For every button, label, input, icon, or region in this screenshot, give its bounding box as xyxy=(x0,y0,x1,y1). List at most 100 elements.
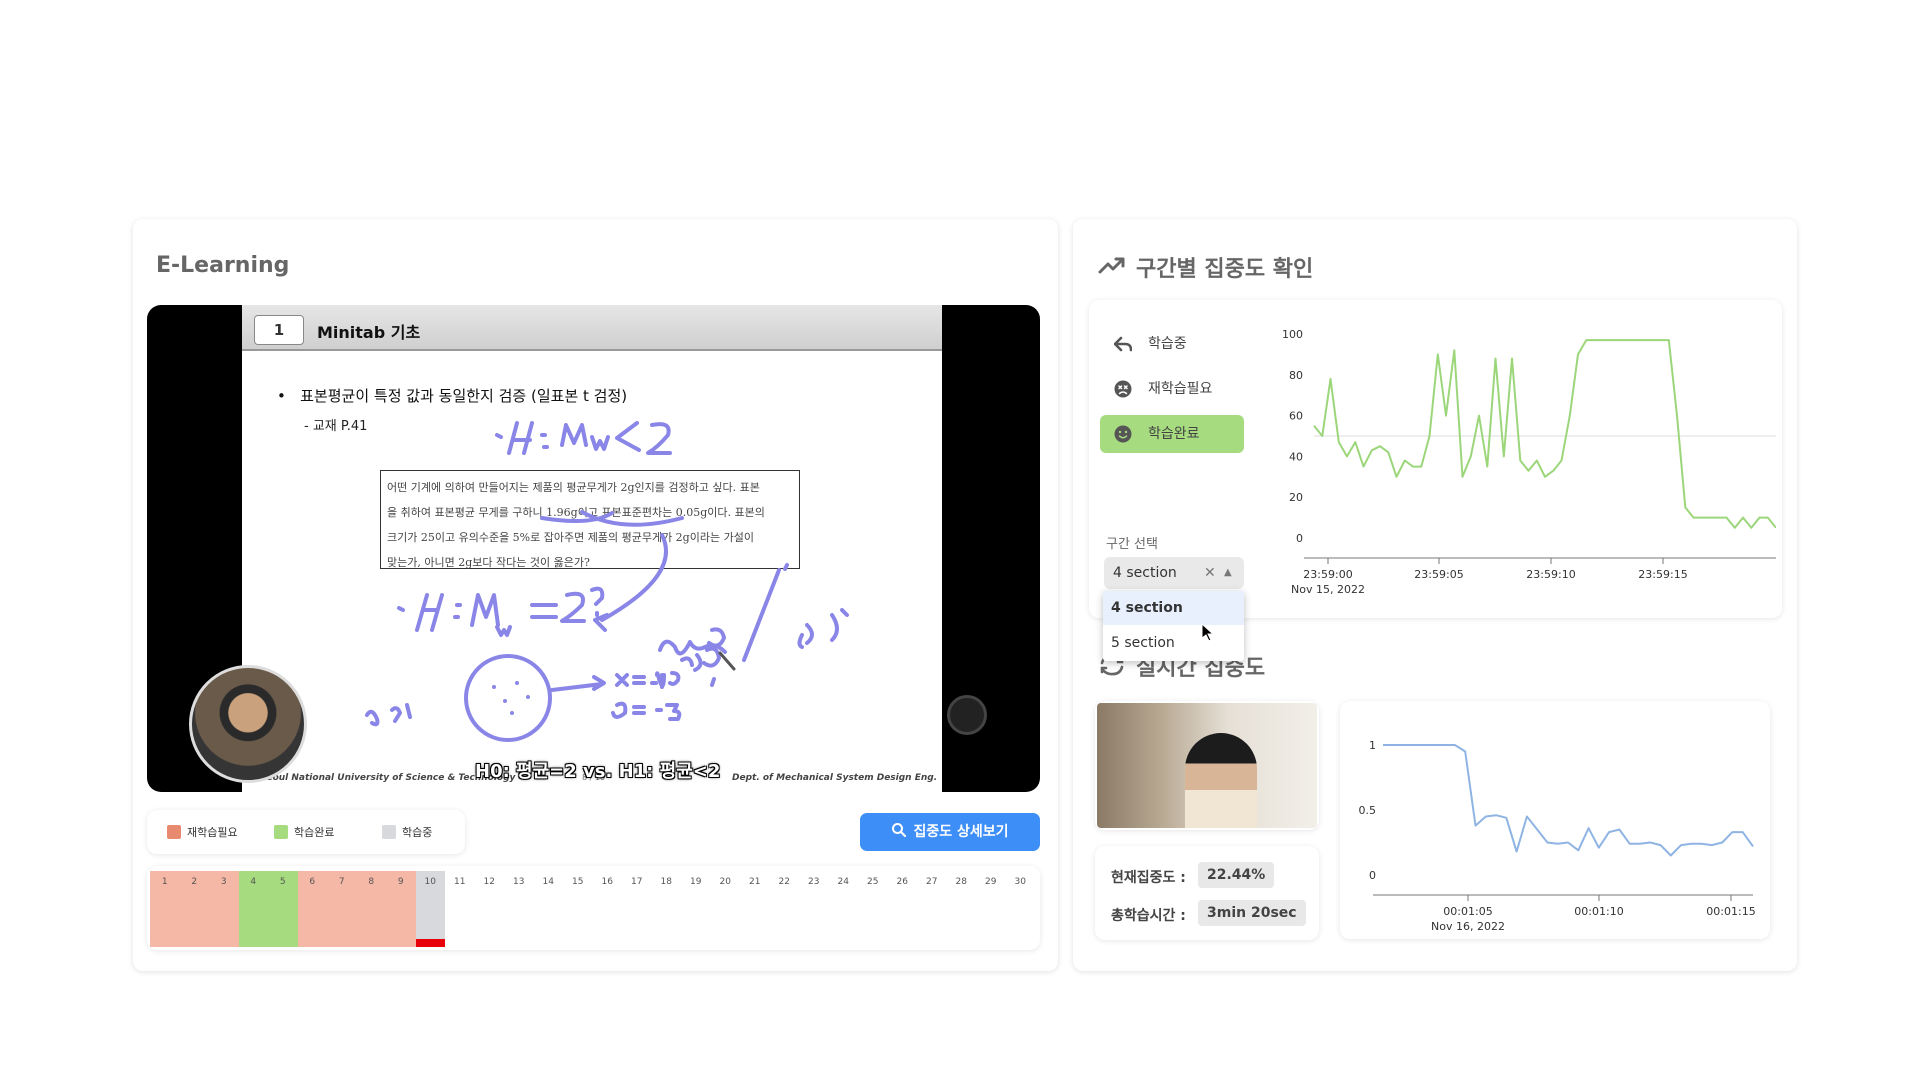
series-line xyxy=(1313,339,1776,529)
timeline-section[interactable]: 3 xyxy=(209,871,239,947)
handwriting-annotations xyxy=(365,421,849,742)
realtime-focus-chart: 0 0.5 1 00:01:05 00:01:10 00:01:15 Nov 16, 202… xyxy=(1359,739,1756,933)
x-date-label: Nov 15, 2022 xyxy=(1291,583,1365,596)
current-focus-value: 22.44% xyxy=(1198,862,1275,888)
timeline-section[interactable]: 30 xyxy=(1006,871,1036,947)
status-done[interactable]: 학습완료 xyxy=(1100,415,1244,453)
status-learning-label: 학습중 xyxy=(1148,336,1187,352)
x-tick-label: 00:01:10 xyxy=(1574,905,1623,918)
y-tick-label: 1 xyxy=(1369,739,1376,752)
section-focus-chart: 0 20 40 60 80 100 23:59:00 23:59:05 23:59:10 23:5… xyxy=(1282,328,1776,596)
sad-face-icon xyxy=(1114,380,1132,398)
current-focus-label: 현재집중도 : xyxy=(1111,870,1186,886)
timeline-section[interactable]: 10 xyxy=(415,871,445,947)
legend-learning: 학습중 xyxy=(382,824,432,840)
y-tick-label: 60 xyxy=(1289,410,1303,423)
status-relearn[interactable]: 재학습필요 xyxy=(1100,370,1244,408)
x-tick-label: 00:01:15 xyxy=(1706,905,1755,918)
series-line xyxy=(1383,744,1754,857)
timeline-section[interactable]: 7 xyxy=(327,871,357,947)
timeline-section[interactable]: 13 xyxy=(504,871,534,947)
timeline-section[interactable]: 25 xyxy=(858,871,888,947)
total-time-label: 총학습시간 : xyxy=(1111,908,1186,924)
legend-done: 학습완료 xyxy=(274,824,334,840)
legend-relearn: 재학습필요 xyxy=(167,824,238,840)
timeline-section[interactable]: 8 xyxy=(356,871,386,947)
e-learning-title: E-Learning xyxy=(156,253,290,278)
timeline-section[interactable]: 18 xyxy=(652,871,682,947)
timeline-section[interactable]: 9 xyxy=(386,871,416,947)
smile-face-icon xyxy=(1114,425,1132,443)
search-icon xyxy=(892,823,907,838)
focus-detail-button[interactable]: 집중도 상세보기 xyxy=(860,813,1040,851)
timeline-section[interactable]: 23 xyxy=(799,871,829,947)
timeline-section[interactable]: 24 xyxy=(829,871,859,947)
section-option[interactable]: 5 section xyxy=(1103,626,1244,660)
status-relearn-label: 재학습필요 xyxy=(1148,381,1213,397)
y-tick-label: 0 xyxy=(1296,532,1303,545)
section-select-label: 구간 선택 xyxy=(1106,537,1158,552)
status-legend: 재학습필요 학습완료 학습중 xyxy=(147,810,465,854)
section-select[interactable]: 4 section ✕ ▲ xyxy=(1104,557,1244,589)
timeline-section[interactable]: 16 xyxy=(593,871,623,947)
slide-footer-dept: Dept. of Mechanical System Design Eng. xyxy=(732,773,938,783)
y-tick-label: 80 xyxy=(1289,369,1303,382)
y-tick-label: 40 xyxy=(1289,450,1303,463)
timeline-section[interactable]: 28 xyxy=(947,871,977,947)
legend-learning-label: 학습중 xyxy=(402,826,433,839)
legend-swatch-learning xyxy=(382,825,396,839)
status-learning[interactable]: 학습중 xyxy=(1100,325,1244,363)
x-tick-label: 23:59:00 xyxy=(1303,568,1352,581)
chevron-up-icon[interactable]: ▲ xyxy=(1224,557,1232,589)
student-figure xyxy=(1185,733,1257,828)
section-select-dropdown: 4 section 5 section xyxy=(1103,591,1244,661)
status-done-label: 학습완료 xyxy=(1148,426,1200,442)
section-option[interactable]: 4 section xyxy=(1103,591,1244,625)
timeline-section[interactable]: 27 xyxy=(917,871,947,947)
timeline-section[interactable]: 14 xyxy=(534,871,564,947)
timeline-section[interactable]: 17 xyxy=(622,871,652,947)
timeline-section[interactable]: 6 xyxy=(297,871,327,947)
student-webcam xyxy=(1097,703,1317,828)
mouse-cursor-icon xyxy=(1201,623,1215,642)
section-select-value: 4 section xyxy=(1113,565,1177,581)
reply-arrow-icon xyxy=(1114,336,1132,352)
timeline-section[interactable]: 21 xyxy=(740,871,770,947)
current-section-marker xyxy=(415,939,445,947)
legend-done-label: 학습완료 xyxy=(294,826,335,839)
x-tick-label: 23:59:10 xyxy=(1526,568,1575,581)
section-timeline: 1 2 3 4 5 6 7 8 9 10 11 12 13 14 15 16 17 18 19 20 21 22 23 24 2… xyxy=(147,866,1040,950)
timeline-section[interactable]: 20 xyxy=(711,871,741,947)
x-tick-label: 23:59:05 xyxy=(1414,568,1463,581)
timeline-section[interactable]: 19 xyxy=(681,871,711,947)
y-tick-label: 100 xyxy=(1282,328,1303,341)
timeline-section[interactable]: 22 xyxy=(770,871,800,947)
timeline-section[interactable]: 26 xyxy=(888,871,918,947)
timeline-section[interactable]: 1 xyxy=(150,871,180,947)
legend-swatch-done xyxy=(274,825,288,839)
legend-swatch-relearn xyxy=(167,825,181,839)
timeline-section[interactable]: 12 xyxy=(475,871,505,947)
timeline-section[interactable]: 4 xyxy=(238,871,268,947)
x-date-label: Nov 16, 2022 xyxy=(1431,920,1505,933)
timeline-section[interactable]: 11 xyxy=(445,871,475,947)
y-tick-label: 20 xyxy=(1289,491,1303,504)
total-time-value: 3min 20sec xyxy=(1198,900,1306,926)
legend-relearn-label: 재학습필요 xyxy=(187,826,238,839)
y-tick-label: 0.5 xyxy=(1359,804,1377,817)
trending-up-icon xyxy=(1098,257,1125,274)
pen-tool-icon[interactable] xyxy=(947,695,987,735)
timeline-section[interactable]: 2 xyxy=(179,871,209,947)
instructor-webcam xyxy=(189,665,307,783)
timeline-section[interactable]: 5 xyxy=(268,871,298,947)
focus-detail-label: 집중도 상세보기 xyxy=(913,824,1009,840)
timeline-section[interactable]: 15 xyxy=(563,871,593,947)
clear-icon[interactable]: ✕ xyxy=(1204,557,1216,589)
x-tick-label: 00:01:05 xyxy=(1443,905,1492,918)
focus-section-title: 구간별 집중도 확인 xyxy=(1136,257,1314,282)
video-caption: H0: 평균=2 vs. H1: 평균<2 xyxy=(475,761,721,782)
lecture-video[interactable]: 1 Minitab 기초 • 표본평균이 특정 값과 동일한지 검증 (일표본 … xyxy=(147,305,1040,792)
lecture-slide: 1 Minitab 기초 • 표본평균이 특정 값과 동일한지 검증 (일표본 … xyxy=(242,305,942,792)
timeline-section[interactable]: 29 xyxy=(976,871,1006,947)
x-tick-label: 23:59:15 xyxy=(1638,568,1687,581)
